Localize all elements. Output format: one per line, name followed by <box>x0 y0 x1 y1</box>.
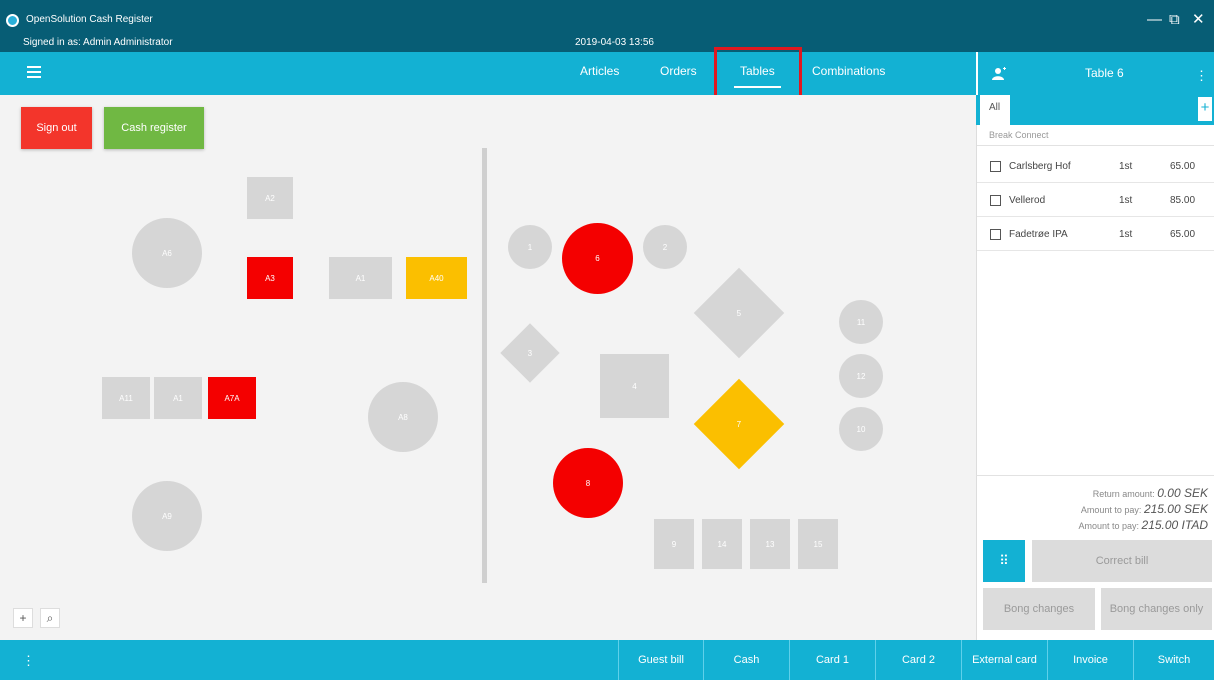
table[interactable]: 15 <box>798 519 838 569</box>
table[interactable]: A8 <box>368 382 438 452</box>
sign-out-button[interactable]: Sign out <box>21 107 92 149</box>
table[interactable]: A1 <box>154 377 202 419</box>
hamburger-menu-icon[interactable] <box>27 66 41 78</box>
table[interactable]: A9 <box>132 481 202 551</box>
table[interactable]: 8 <box>553 448 623 518</box>
table[interactable]: 3 <box>500 323 560 383</box>
table[interactable]: A40 <box>406 257 467 299</box>
order-actions: ⠿ Correct bill Bong changes Bong changes… <box>976 535 1214 640</box>
item-qty: 1st <box>1119 195 1133 206</box>
top-nav-bar: Articles Orders Tables Combinations <box>0 52 976 95</box>
table[interactable]: A7A <box>208 377 256 419</box>
signed-in-label: Signed in as: Admin Administrator <box>23 37 173 48</box>
item-name: Vellerod <box>1009 195 1046 206</box>
tab-orders[interactable]: Orders <box>660 64 697 78</box>
person-icon[interactable] <box>992 67 1006 81</box>
card-1-button[interactable]: Card 1 <box>789 640 875 680</box>
table[interactable]: 7 <box>693 378 785 470</box>
tab-articles[interactable]: Articles <box>580 64 619 78</box>
table[interactable]: 5 <box>693 267 785 359</box>
table[interactable]: 1 <box>508 225 552 269</box>
table[interactable]: A1 <box>329 257 392 299</box>
amount-to-pay: Amount to pay: 215.00 SEK <box>1080 502 1208 516</box>
order-panel-tabs: All + <box>976 95 1214 125</box>
guest-bill-button[interactable]: Guest bill <box>618 640 703 680</box>
item-qty: 1st <box>1119 161 1133 172</box>
table[interactable]: 11 <box>839 300 883 344</box>
invoice-button[interactable]: Invoice <box>1047 640 1133 680</box>
order-panel-header: Table 6 ⋮ <box>976 52 1214 95</box>
item-price: 65.00 <box>1170 229 1196 240</box>
title-bar: OpenSolution Cash Register Signed in as:… <box>0 0 1214 52</box>
card-2-button[interactable]: Card 2 <box>875 640 961 680</box>
order-item[interactable]: Vellerod 1st 85.00 <box>977 183 1214 217</box>
tab-all[interactable]: All <box>980 95 1010 125</box>
tables-tab-highlight <box>714 47 802 99</box>
switch-button[interactable]: Switch <box>1133 640 1214 680</box>
add-tab-button[interactable]: + <box>1198 97 1212 121</box>
item-price: 85.00 <box>1170 195 1196 206</box>
order-item[interactable]: Carlsberg Hof 1st 65.00 <box>977 149 1214 183</box>
cash-register-button[interactable]: Cash register <box>104 107 204 149</box>
floor-divider <box>482 148 487 583</box>
floor-plan: Sign out Cash register A2 A6 A3 A1 A40 A… <box>0 95 976 640</box>
search-icon[interactable]: ⌕ <box>40 608 60 628</box>
more-options-icon[interactable]: ⋮ <box>22 653 35 669</box>
amount-to-pay-alt: Amount to pay: 215.00 ITAD <box>1078 518 1208 532</box>
app-logo-icon <box>6 14 19 27</box>
item-qty: 1st <box>1119 229 1133 240</box>
bong-changes-button[interactable]: Bong changes <box>983 588 1095 630</box>
add-table-icon[interactable]: + <box>13 608 33 628</box>
break-connect-label[interactable]: Break Connect <box>989 130 1049 140</box>
numpad-icon[interactable]: ⠿ <box>983 540 1025 582</box>
selected-table-label: Table 6 <box>1085 66 1124 80</box>
bottom-action-bar: ⋮ Guest bill Cash Card 1 Card 2 External… <box>0 640 1214 680</box>
table[interactable]: A2 <box>247 177 293 219</box>
close-icon[interactable]: ✕ <box>1192 12 1205 27</box>
item-name: Carlsberg Hof <box>1009 161 1071 172</box>
correct-bill-button[interactable]: Correct bill <box>1032 540 1212 582</box>
item-price: 65.00 <box>1170 161 1196 172</box>
item-checkbox[interactable] <box>990 195 1001 206</box>
table[interactable]: 2 <box>643 225 687 269</box>
order-item[interactable]: Fadetrøe IPA 1st 65.00 <box>977 217 1214 251</box>
table[interactable]: 6 <box>562 223 633 294</box>
bong-changes-only-button[interactable]: Bong changes only <box>1101 588 1212 630</box>
table[interactable]: A6 <box>132 218 202 288</box>
table[interactable]: 12 <box>839 354 883 398</box>
table[interactable]: 9 <box>654 519 694 569</box>
item-checkbox[interactable] <box>990 229 1001 240</box>
table[interactable]: A11 <box>102 377 150 419</box>
tab-combinations[interactable]: Combinations <box>812 64 885 78</box>
external-card-button[interactable]: External card <box>961 640 1047 680</box>
minimize-icon[interactable]: — <box>1147 12 1162 27</box>
table[interactable]: 10 <box>839 407 883 451</box>
return-amount: Return amount: 0.00 SEK <box>1092 486 1208 500</box>
table[interactable]: 14 <box>702 519 742 569</box>
divider <box>977 145 1214 146</box>
item-name: Fadetrøe IPA <box>1009 229 1068 240</box>
datetime-label: 2019-04-03 13:56 <box>575 37 654 48</box>
app-title: OpenSolution Cash Register <box>26 14 153 25</box>
table[interactable]: A3 <box>247 257 293 299</box>
cash-button[interactable]: Cash <box>703 640 789 680</box>
more-options-icon[interactable]: ⋮ <box>1195 68 1208 84</box>
item-checkbox[interactable] <box>990 161 1001 172</box>
table[interactable]: 4 <box>600 354 669 418</box>
restore-icon[interactable]: ⧉ <box>1169 12 1180 27</box>
order-totals: Return amount: 0.00 SEK Amount to pay: 2… <box>976 475 1214 535</box>
table[interactable]: 13 <box>750 519 790 569</box>
